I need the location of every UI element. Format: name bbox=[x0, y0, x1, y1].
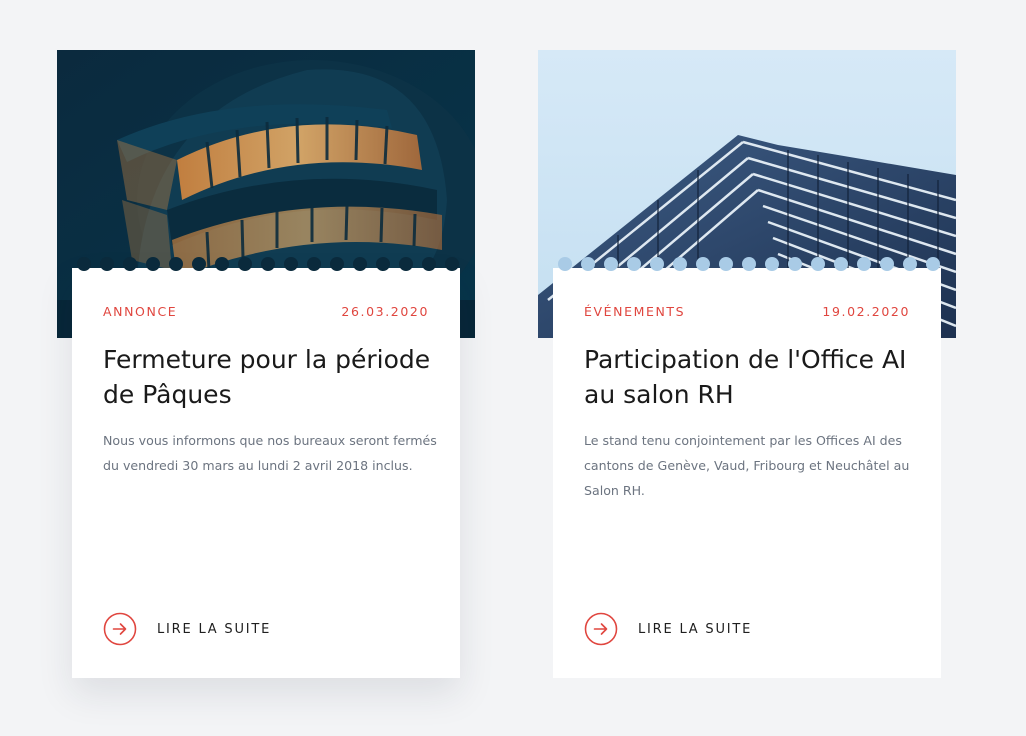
card-excerpt: Nous vous informons que nos bureaux sero… bbox=[103, 433, 437, 473]
news-card-panel[interactable]: ÉVÉNEMENTS 19.02.2020 Participation de l… bbox=[553, 257, 941, 678]
card-title[interactable]: Participation de l'Office AI au salon RH bbox=[584, 342, 914, 412]
news-card-1: ANNONCE 26.03.2020 Fermeture pour la pér… bbox=[57, 50, 475, 678]
card-meta: ANNONCE 26.03.2020 bbox=[103, 304, 429, 319]
news-card-panel[interactable]: ANNONCE 26.03.2020 Fermeture pour la pér… bbox=[72, 257, 460, 678]
arrow-right-circle-icon[interactable] bbox=[103, 612, 137, 646]
publish-date: 26.03.2020 bbox=[341, 304, 429, 319]
read-more-link[interactable]: LIRE LA SUITE bbox=[103, 612, 271, 646]
news-card-2: ÉVÉNEMENTS 19.02.2020 Participation de l… bbox=[538, 50, 956, 678]
card-meta: ÉVÉNEMENTS 19.02.2020 bbox=[584, 304, 910, 319]
card-excerpt: Le stand tenu conjointement par les Offi… bbox=[584, 433, 910, 498]
read-more-label[interactable]: LIRE LA SUITE bbox=[157, 622, 271, 637]
read-more-link[interactable]: LIRE LA SUITE bbox=[584, 612, 752, 646]
card-title[interactable]: Fermeture pour la période de Pâques bbox=[103, 342, 433, 412]
read-more-label[interactable]: LIRE LA SUITE bbox=[638, 622, 752, 637]
arrow-right-circle-icon[interactable] bbox=[584, 612, 618, 646]
category-label[interactable]: ÉVÉNEMENTS bbox=[584, 304, 685, 319]
category-label[interactable]: ANNONCE bbox=[103, 304, 177, 319]
publish-date: 19.02.2020 bbox=[822, 304, 910, 319]
